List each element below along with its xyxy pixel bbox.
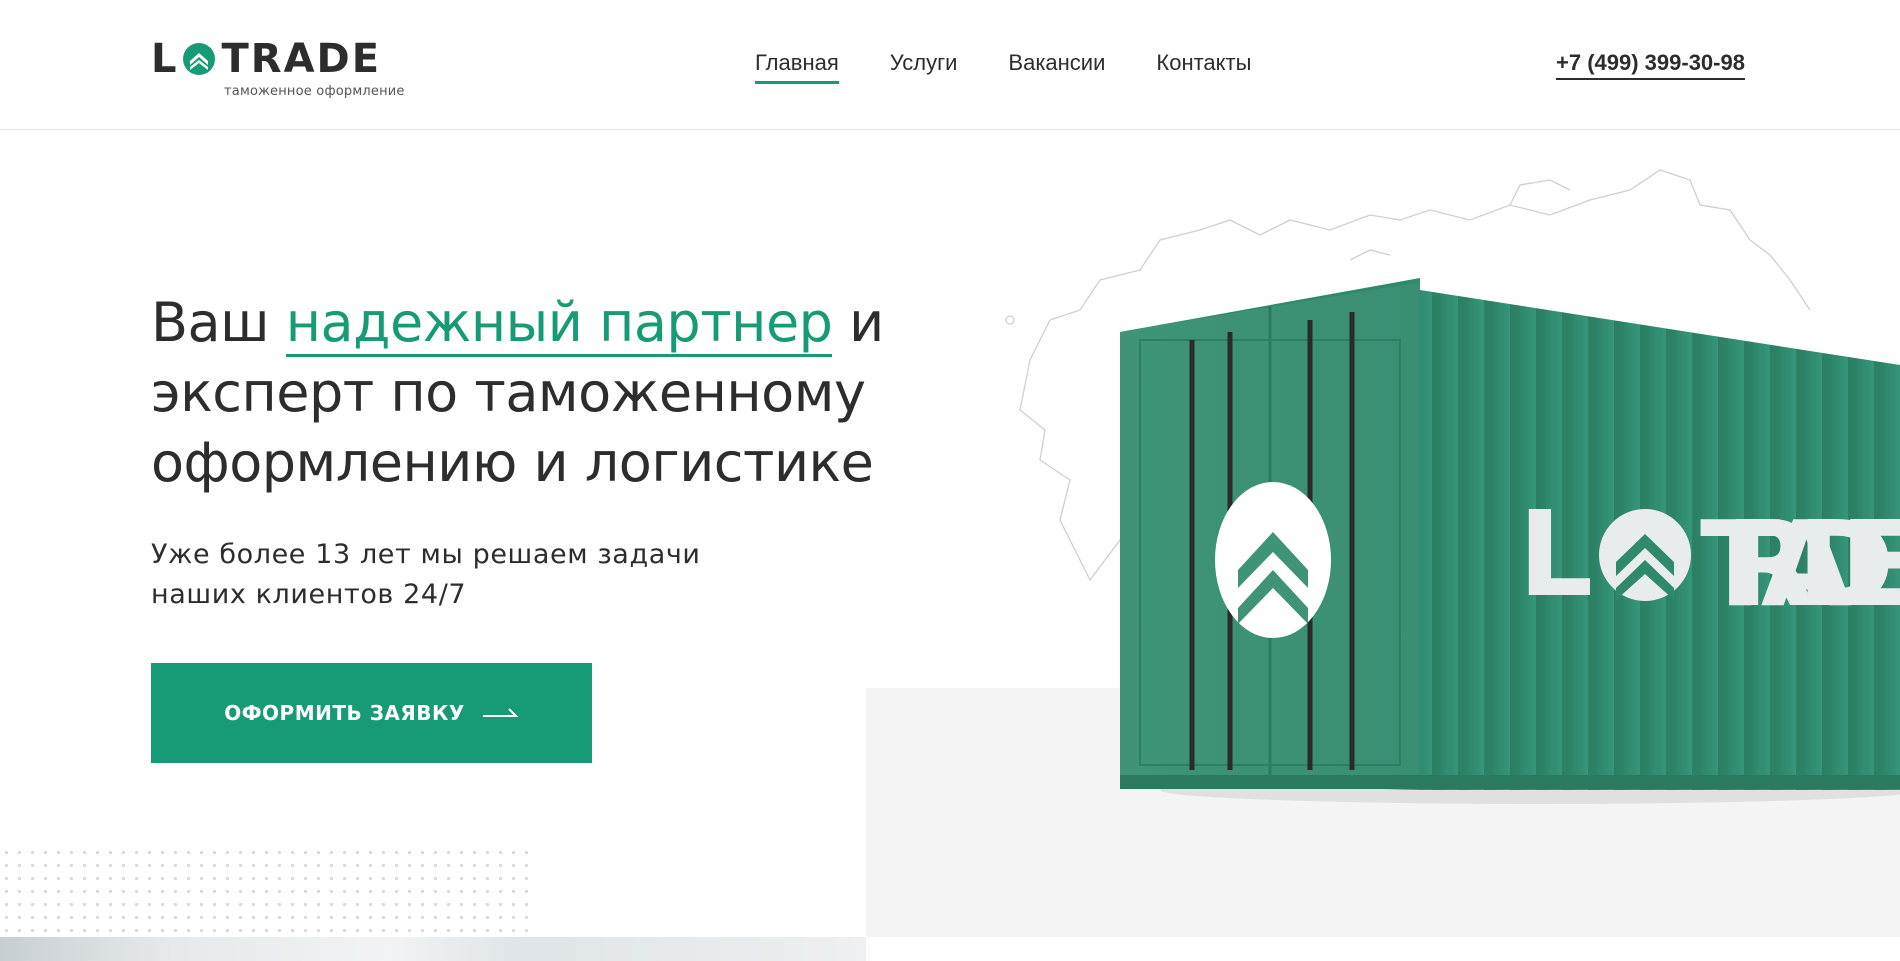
hero-title: Ваш надежный партнер и эксперт по таможе… — [151, 288, 911, 498]
phone-link[interactable]: +7 (499) 399-30-98 — [1556, 50, 1745, 80]
nav-item-vacancies[interactable]: Вакансии — [1008, 50, 1105, 84]
site-header: L TRADE таможенное оформление Главная Ус… — [0, 0, 1900, 130]
logo-wordmark: L TRADE — [151, 38, 401, 80]
logo-trade-text: TRADE — [221, 36, 382, 82]
bottom-white-area — [866, 937, 1900, 961]
nav-item-services[interactable]: Услуги — [890, 50, 958, 84]
shipping-container-image: L TRADE — [1120, 278, 1900, 804]
submit-request-label: ОФОРМИТЬ ЗАЯВКУ — [224, 701, 465, 725]
next-section-preview — [0, 937, 866, 961]
dot-pattern — [0, 846, 530, 936]
logo-letter-l: L — [151, 36, 179, 82]
logo-subtitle: таможенное оформление — [224, 84, 405, 99]
container-trade-text: TRADE — [1700, 495, 1900, 633]
nav-item-contacts[interactable]: Контакты — [1156, 50, 1251, 84]
hero-title-part1: Ваш — [151, 291, 286, 354]
submit-request-button[interactable]: ОФОРМИТЬ ЗАЯВКУ — [151, 663, 592, 763]
logo[interactable]: L TRADE таможенное оформление — [151, 38, 404, 100]
hero-subtitle: Уже более 13 лет мы решаем задачи наших … — [151, 535, 771, 615]
nav-item-home[interactable]: Главная — [755, 50, 839, 84]
container-letter-l: L — [1518, 485, 1593, 623]
hero-subtitle-line2: наших клиентов 24/7 — [151, 579, 467, 610]
main-nav: Главная Услуги Вакансии Контакты — [755, 50, 1251, 84]
hero-subtitle-line1: Уже более 13 лет мы решаем задачи — [151, 539, 701, 570]
chevron-up-circle-icon — [182, 43, 215, 75]
hero-title-accent: надежный партнер — [285, 291, 833, 357]
arrow-right-icon — [482, 708, 519, 717]
